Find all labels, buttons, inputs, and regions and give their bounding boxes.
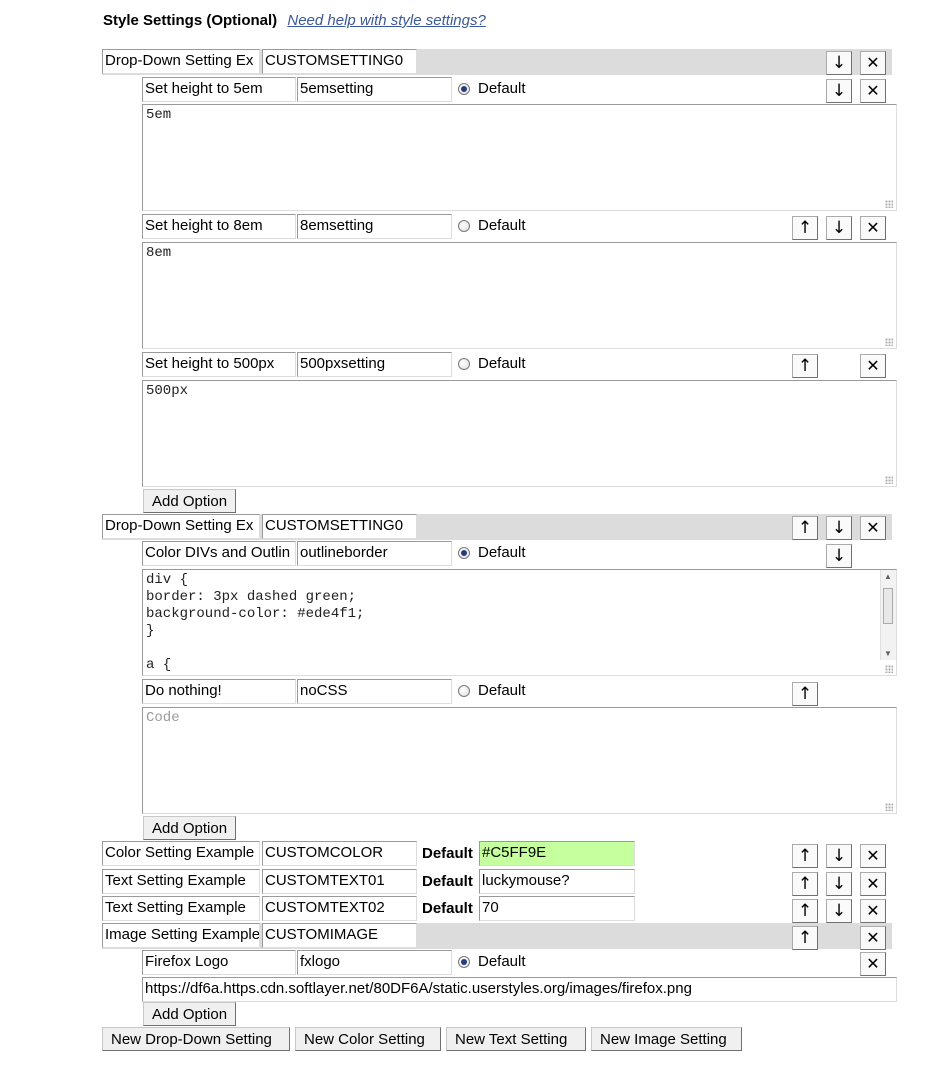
option-key-input[interactable]: 8emsetting: [297, 214, 452, 239]
text-value-input[interactable]: luckymouse?: [479, 869, 635, 894]
option-code-textarea[interactable]: div { border: 3px dashed green; backgrou…: [142, 569, 897, 676]
move-up-button[interactable]: ↑: [792, 872, 818, 896]
add-option-button[interactable]: Add Option: [143, 816, 237, 840]
color-setting-label-input[interactable]: Color Setting Example: [102, 841, 260, 866]
default-label: Default: [422, 873, 473, 890]
dropdown-setting-1-key-input[interactable]: CUSTOMSETTING0: [262, 49, 417, 74]
option-key-input[interactable]: outlineborder: [297, 541, 452, 566]
image-setting-key-input[interactable]: CUSTOMIMAGE: [262, 923, 417, 948]
option-label-input[interactable]: Do nothing!: [142, 679, 296, 704]
move-up-button[interactable]: ↑: [792, 354, 818, 378]
resize-grip-icon[interactable]: [885, 476, 893, 484]
option-key-input[interactable]: 5emsetting: [297, 77, 452, 102]
scroll-up-arrow-icon[interactable]: ▲: [884, 572, 892, 581]
delete-setting-button[interactable]: ✕: [860, 51, 886, 75]
move-up-button[interactable]: ↑: [792, 844, 818, 868]
image-setting-label-input[interactable]: Image Setting Example: [102, 923, 260, 948]
delete-option-button[interactable]: ✕: [860, 354, 886, 378]
new-dropdown-setting-button[interactable]: New Drop-Down Setting: [102, 1027, 290, 1051]
delete-setting-button[interactable]: ✕: [860, 872, 886, 896]
option-label-input[interactable]: Color DIVs and Outlin: [142, 541, 296, 566]
move-up-button[interactable]: ↑: [792, 899, 818, 923]
resize-grip-icon[interactable]: [885, 338, 893, 346]
delete-option-button[interactable]: ✕: [860, 952, 886, 976]
option-label-input[interactable]: Set height to 5em: [142, 77, 296, 102]
default-label: Default: [422, 900, 473, 917]
delete-setting-button[interactable]: ✕: [860, 844, 886, 868]
dropdown-setting-1-label-input[interactable]: Drop-Down Setting Ex: [102, 49, 260, 74]
move-down-button[interactable]: ↓: [826, 844, 852, 868]
option-label-input[interactable]: Set height to 500px: [142, 352, 296, 377]
default-label: Default: [422, 845, 473, 862]
add-option-button[interactable]: Add Option: [143, 1002, 237, 1026]
move-down-button[interactable]: ↓: [826, 216, 852, 240]
move-down-button[interactable]: ↓: [826, 516, 852, 540]
color-setting-key-input[interactable]: CUSTOMCOLOR: [262, 841, 417, 866]
option-code-textarea[interactable]: 500px: [142, 380, 897, 487]
delete-setting-button[interactable]: ✕: [860, 899, 886, 923]
new-color-setting-button[interactable]: New Color Setting: [295, 1027, 441, 1051]
resize-grip-icon[interactable]: [885, 665, 893, 673]
option-label-input[interactable]: Firefox Logo: [142, 950, 296, 975]
option-code-textarea[interactable]: 5em: [142, 104, 897, 211]
default-label: Default: [478, 80, 526, 97]
move-down-button[interactable]: ↓: [826, 899, 852, 923]
color-value-input[interactable]: #C5FF9E: [479, 841, 635, 866]
resize-grip-icon[interactable]: [885, 803, 893, 811]
option-code-textarea[interactable]: Code: [142, 707, 897, 814]
dropdown-setting-2-label-input[interactable]: Drop-Down Setting Ex: [102, 514, 260, 539]
default-radio[interactable]: [458, 83, 470, 95]
add-option-button[interactable]: Add Option: [143, 489, 237, 513]
default-radio[interactable]: [458, 956, 470, 968]
textarea-scrollbar[interactable]: ▲ ▼: [880, 570, 896, 660]
move-up-button[interactable]: ↑: [792, 216, 818, 240]
delete-setting-button[interactable]: ✕: [860, 516, 886, 540]
move-down-button[interactable]: ↓: [826, 872, 852, 896]
style-settings-header: Style Settings (Optional) Need help with…: [103, 12, 486, 29]
text-setting-label-input[interactable]: Text Setting Example: [102, 896, 260, 921]
default-label: Default: [478, 355, 526, 372]
image-url-input[interactable]: https://df6a.https.cdn.softlayer.net/80D…: [142, 977, 897, 1002]
default-label: Default: [478, 682, 526, 699]
dropdown-setting-2-key-input[interactable]: CUSTOMSETTING0: [262, 514, 417, 539]
scroll-down-arrow-icon[interactable]: ▼: [884, 649, 892, 658]
move-up-button[interactable]: ↑: [792, 516, 818, 540]
text-setting-key-input[interactable]: CUSTOMTEXT01: [262, 869, 417, 894]
default-radio[interactable]: [458, 358, 470, 370]
delete-option-button[interactable]: ✕: [860, 79, 886, 103]
option-code-textarea[interactable]: 8em: [142, 242, 897, 349]
scrollbar-thumb[interactable]: [883, 588, 893, 624]
move-down-button[interactable]: ↓: [826, 544, 852, 568]
move-down-button[interactable]: ↓: [826, 51, 852, 75]
default-label: Default: [478, 544, 526, 561]
default-label: Default: [478, 217, 526, 234]
option-key-input[interactable]: 500pxsetting: [297, 352, 452, 377]
text-setting-key-input[interactable]: CUSTOMTEXT02: [262, 896, 417, 921]
text-setting-label-input[interactable]: Text Setting Example: [102, 869, 260, 894]
move-up-button[interactable]: ↑: [792, 682, 818, 706]
default-radio[interactable]: [458, 547, 470, 559]
text-value-input[interactable]: 70: [479, 896, 635, 921]
help-link[interactable]: Need help with style settings?: [287, 12, 485, 29]
resize-grip-icon[interactable]: [885, 200, 893, 208]
option-key-input[interactable]: fxlogo: [297, 950, 452, 975]
move-down-button[interactable]: ↓: [826, 79, 852, 103]
option-key-input[interactable]: noCSS: [297, 679, 452, 704]
delete-setting-button[interactable]: ✕: [860, 926, 886, 950]
new-image-setting-button[interactable]: New Image Setting: [591, 1027, 742, 1051]
default-radio[interactable]: [458, 220, 470, 232]
section-title: Style Settings (Optional): [103, 12, 278, 29]
option-label-input[interactable]: Set height to 8em: [142, 214, 296, 239]
default-radio[interactable]: [458, 685, 470, 697]
move-up-button[interactable]: ↑: [792, 926, 818, 950]
delete-option-button[interactable]: ✕: [860, 216, 886, 240]
new-text-setting-button[interactable]: New Text Setting: [446, 1027, 586, 1051]
default-label: Default: [478, 953, 526, 970]
